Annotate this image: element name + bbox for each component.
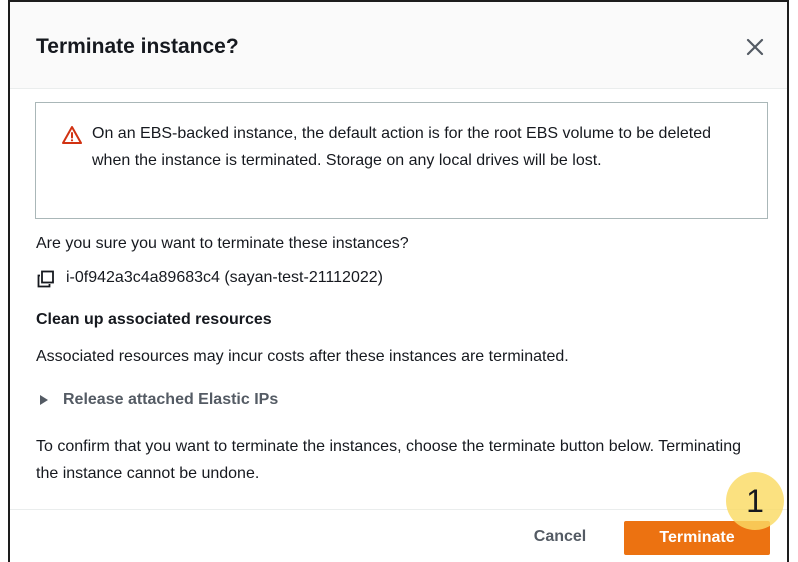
step-annotation-badge: 1 [726, 472, 784, 530]
warning-icon [62, 126, 82, 144]
copy-icon[interactable] [37, 270, 55, 288]
release-elastic-ips-expander[interactable]: Release attached Elastic IPs [40, 389, 278, 411]
expander-label: Release attached Elastic IPs [63, 391, 279, 408]
close-button[interactable] [743, 35, 767, 59]
dialog-header: Terminate instance? [10, 2, 787, 89]
dialog-title: Terminate instance? [36, 35, 239, 58]
cleanup-description: Associated resources may incur costs aft… [36, 348, 569, 365]
cancel-button[interactable]: Cancel [510, 519, 610, 555]
confirm-question: Are you sure you want to terminate these… [36, 235, 409, 252]
alert-message: On an EBS-backed instance, the default a… [92, 125, 712, 169]
close-icon [746, 38, 764, 56]
warning-alert: On an EBS-backed instance, the default a… [35, 102, 768, 219]
footer-divider [10, 509, 787, 510]
cleanup-heading: Clean up associated resources [36, 311, 272, 328]
terminate-instance-dialog: Terminate instance? On an EBS-backed ins… [8, 0, 789, 562]
confirm-instructions: To confirm that you want to terminate th… [36, 438, 741, 482]
caret-right-icon [40, 395, 48, 405]
instance-label: i-0f942a3c4a89683c4 (sayan-test-21112022… [66, 269, 383, 286]
